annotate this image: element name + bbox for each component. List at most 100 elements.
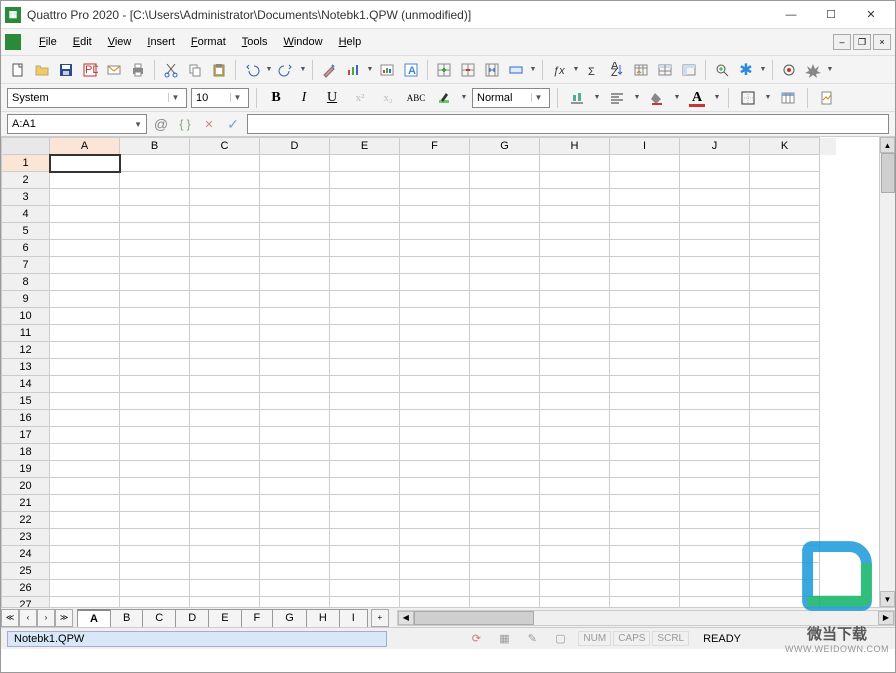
col-header-C[interactable]: C — [190, 138, 260, 155]
row-header-20[interactable]: 20 — [2, 478, 50, 495]
cell-J5[interactable] — [680, 223, 750, 240]
cell-K16[interactable] — [750, 410, 820, 427]
cell-E3[interactable] — [330, 189, 400, 206]
bold-button[interactable]: B — [264, 87, 288, 109]
cell-D11[interactable] — [260, 325, 330, 342]
cell-G11[interactable] — [470, 325, 540, 342]
cell-D17[interactable] — [260, 427, 330, 444]
cell-A8[interactable] — [50, 274, 120, 291]
cell-F2[interactable] — [400, 172, 470, 189]
cell-I22[interactable] — [610, 512, 680, 529]
cell-I24[interactable] — [610, 546, 680, 563]
col-header-B[interactable]: B — [120, 138, 190, 155]
cell-D1[interactable] — [260, 155, 330, 172]
cell-A5[interactable] — [50, 223, 120, 240]
new-sheet-button[interactable]: + — [371, 609, 389, 627]
borders-dropdown[interactable]: ▼ — [764, 94, 772, 101]
minimize-button[interactable]: — — [771, 3, 811, 27]
row-header-27[interactable]: 27 — [2, 597, 50, 608]
cell-H6[interactable] — [540, 240, 610, 257]
cell-C4[interactable] — [190, 206, 260, 223]
cell-C14[interactable] — [190, 376, 260, 393]
cell-I11[interactable] — [610, 325, 680, 342]
cell-E17[interactable] — [330, 427, 400, 444]
text-color-button[interactable]: A — [685, 87, 709, 109]
cell-C6[interactable] — [190, 240, 260, 257]
cell-I27[interactable] — [610, 597, 680, 608]
cell-G21[interactable] — [470, 495, 540, 512]
status-calc-icon[interactable]: ▦ — [494, 629, 514, 649]
sheet-tab-D[interactable]: D — [175, 609, 209, 627]
cell-B14[interactable] — [120, 376, 190, 393]
sum-icon[interactable]: Σ — [582, 59, 604, 81]
merge-cells-icon[interactable] — [505, 59, 527, 81]
cell-E23[interactable] — [330, 529, 400, 546]
cell-E10[interactable] — [330, 308, 400, 325]
subscript-button[interactable]: x₂ — [376, 87, 400, 109]
cell-G18[interactable] — [470, 444, 540, 461]
cell-J7[interactable] — [680, 257, 750, 274]
menu-view[interactable]: View — [100, 33, 140, 51]
paste-icon[interactable] — [208, 59, 230, 81]
cell-J10[interactable] — [680, 308, 750, 325]
cell-A23[interactable] — [50, 529, 120, 546]
cell-K7[interactable] — [750, 257, 820, 274]
cell-J14[interactable] — [680, 376, 750, 393]
cell-H9[interactable] — [540, 291, 610, 308]
cell-K10[interactable] — [750, 308, 820, 325]
at-function-icon[interactable]: @ — [151, 114, 171, 134]
cell-E21[interactable] — [330, 495, 400, 512]
menu-edit[interactable]: Edit — [65, 33, 100, 51]
cell-H17[interactable] — [540, 427, 610, 444]
cell-A14[interactable] — [50, 376, 120, 393]
cell-D14[interactable] — [260, 376, 330, 393]
undo-dropdown[interactable]: ▼ — [265, 66, 273, 73]
cell-B3[interactable] — [120, 189, 190, 206]
cell-B17[interactable] — [120, 427, 190, 444]
cell-J26[interactable] — [680, 580, 750, 597]
style-combo[interactable]: Normal▼ — [472, 88, 550, 108]
cell-I6[interactable] — [610, 240, 680, 257]
cell-B9[interactable] — [120, 291, 190, 308]
cell-A7[interactable] — [50, 257, 120, 274]
cell-I14[interactable] — [610, 376, 680, 393]
speedformat-button[interactable] — [776, 87, 800, 109]
cell-F8[interactable] — [400, 274, 470, 291]
cell-E27[interactable] — [330, 597, 400, 608]
scroll-left-arrow[interactable]: ◀ — [398, 611, 414, 625]
insert-object-icon[interactable]: A — [400, 59, 422, 81]
cell-I18[interactable] — [610, 444, 680, 461]
cell-J16[interactable] — [680, 410, 750, 427]
cell-H15[interactable] — [540, 393, 610, 410]
row-header-16[interactable]: 16 — [2, 410, 50, 427]
cell-A27[interactable] — [50, 597, 120, 608]
row-header-23[interactable]: 23 — [2, 529, 50, 546]
cell-C20[interactable] — [190, 478, 260, 495]
cell-C24[interactable] — [190, 546, 260, 563]
cell-I9[interactable] — [610, 291, 680, 308]
cell-I8[interactable] — [610, 274, 680, 291]
cell-G19[interactable] — [470, 461, 540, 478]
row-header-11[interactable]: 11 — [2, 325, 50, 342]
perfect-expert-icon[interactable] — [802, 59, 824, 81]
cell-I23[interactable] — [610, 529, 680, 546]
italic-button[interactable]: I — [292, 87, 316, 109]
cell-D4[interactable] — [260, 206, 330, 223]
cell-A10[interactable] — [50, 308, 120, 325]
cell-F5[interactable] — [400, 223, 470, 240]
next-sheet-button[interactable]: › — [37, 609, 55, 627]
cell-I20[interactable] — [610, 478, 680, 495]
superscript-button[interactable]: x² — [348, 87, 372, 109]
cell-H23[interactable] — [540, 529, 610, 546]
cell-D7[interactable] — [260, 257, 330, 274]
cell-A22[interactable] — [50, 512, 120, 529]
mdi-minimize-button[interactable]: – — [833, 34, 851, 50]
cell-F22[interactable] — [400, 512, 470, 529]
cell-A25[interactable] — [50, 563, 120, 580]
cell-G17[interactable] — [470, 427, 540, 444]
cell-E18[interactable] — [330, 444, 400, 461]
cell-D8[interactable] — [260, 274, 330, 291]
cell-B4[interactable] — [120, 206, 190, 223]
row-header-19[interactable]: 19 — [2, 461, 50, 478]
cell-F11[interactable] — [400, 325, 470, 342]
